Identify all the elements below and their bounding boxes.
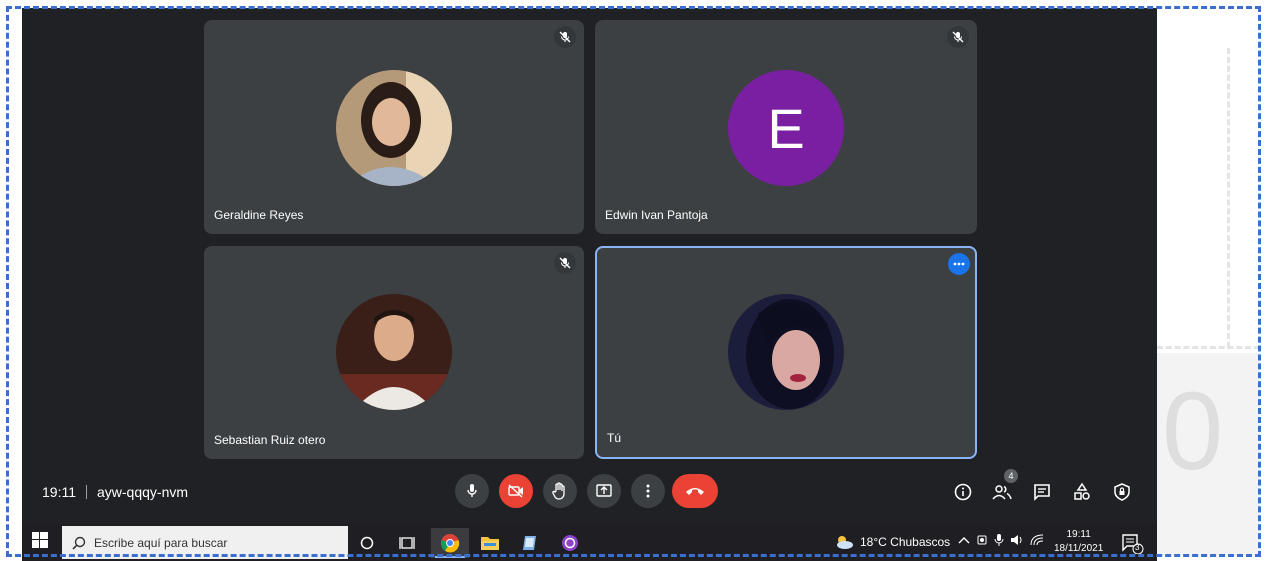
raise-hand-icon bbox=[552, 482, 565, 500]
notification-icon bbox=[1122, 534, 1144, 555]
mic-muted-icon bbox=[554, 26, 576, 48]
meeting-time: 19:11 bbox=[42, 484, 76, 500]
activities-button[interactable] bbox=[1070, 480, 1094, 504]
windows-start-button[interactable] bbox=[32, 532, 48, 553]
camera-toggle-button[interactable] bbox=[499, 474, 533, 508]
taskbar-search-input[interactable]: Escribe aquí para buscar bbox=[62, 526, 348, 559]
clock-date: 18/11/2021 bbox=[1054, 543, 1104, 554]
mic-muted-icon bbox=[947, 26, 969, 48]
system-tray bbox=[958, 534, 1044, 546]
present-button[interactable] bbox=[587, 474, 621, 508]
participant-tile[interactable]: Geraldine Reyes bbox=[204, 20, 584, 234]
more-options-icon bbox=[646, 484, 650, 498]
people-button[interactable] bbox=[990, 480, 1014, 504]
taskbar-clock[interactable]: 19:11 18/11/2021 bbox=[1054, 528, 1103, 556]
self-tile[interactable]: Tú bbox=[595, 246, 977, 459]
taskbar-app-notes[interactable] bbox=[511, 528, 549, 558]
chrome-icon bbox=[440, 534, 460, 553]
notification-count: 3 bbox=[1135, 543, 1140, 552]
windows-logo-icon bbox=[32, 532, 48, 548]
meeting-code: ayw-qqqy-nvm bbox=[97, 484, 189, 500]
chat-icon bbox=[1034, 484, 1050, 501]
mic-muted-icon bbox=[554, 252, 576, 274]
participant-name: Geraldine Reyes bbox=[214, 208, 304, 222]
github-icon bbox=[562, 535, 578, 551]
meeting-details-button[interactable] bbox=[951, 480, 975, 504]
chevron-up-icon[interactable] bbox=[958, 536, 970, 544]
notes-icon bbox=[523, 536, 536, 550]
taskbar-app-github[interactable] bbox=[551, 528, 589, 558]
leave-call-button[interactable] bbox=[672, 474, 718, 508]
clock-time: 19:11 bbox=[1066, 529, 1091, 540]
weather-widget[interactable]: 18°C Chubascos bbox=[834, 534, 950, 550]
mic-button[interactable] bbox=[455, 474, 489, 508]
camera-off-icon bbox=[508, 484, 523, 498]
participant-name: Sebastian Ruiz otero bbox=[214, 433, 326, 447]
windows-taskbar: Escribe aquí para buscar 18°C Chubascos … bbox=[22, 524, 1157, 561]
host-controls-icon bbox=[1114, 483, 1130, 501]
avatar bbox=[336, 70, 452, 186]
info-icon bbox=[954, 483, 972, 501]
host-controls-button[interactable] bbox=[1110, 480, 1134, 504]
mic-icon bbox=[467, 484, 477, 497]
participant-tile[interactable]: E Edwin Ivan Pantoja bbox=[595, 20, 977, 234]
divider bbox=[86, 485, 87, 499]
chat-button[interactable] bbox=[1030, 480, 1054, 504]
cortana-button[interactable] bbox=[348, 528, 386, 558]
participant-name: Edwin Ivan Pantoja bbox=[605, 208, 708, 222]
search-placeholder: Escribe aquí para buscar bbox=[94, 535, 228, 550]
task-view-button[interactable] bbox=[388, 528, 426, 558]
people-icon bbox=[992, 485, 1012, 500]
hang-up-icon bbox=[686, 488, 704, 495]
meeting-info: 19:11 ayw-qqqy-nvm bbox=[42, 484, 188, 500]
taskbar-app-file-explorer[interactable] bbox=[471, 528, 509, 558]
participant-tile[interactable]: Sebastian Ruiz otero bbox=[204, 246, 584, 459]
activities-icon bbox=[1074, 483, 1090, 500]
participant-name: Tú bbox=[607, 431, 622, 445]
camera-tray-icon[interactable] bbox=[976, 534, 988, 546]
background-decoration: 0 bbox=[1157, 8, 1260, 556]
avatar bbox=[728, 294, 844, 410]
weather-text: 18°C Chubascos bbox=[860, 535, 951, 549]
notification-center-button[interactable]: 3 bbox=[1122, 534, 1144, 559]
cortana-icon bbox=[360, 536, 374, 550]
microphone-tray-icon[interactable] bbox=[994, 534, 1004, 546]
participant-count-badge: 4 bbox=[1004, 469, 1018, 483]
taskbar-app-chrome[interactable] bbox=[431, 528, 469, 558]
folder-icon bbox=[481, 537, 499, 550]
avatar bbox=[336, 294, 452, 410]
task-view-icon bbox=[399, 537, 415, 549]
volume-icon[interactable] bbox=[1010, 534, 1024, 546]
present-icon bbox=[596, 484, 612, 497]
avatar-initial: E bbox=[728, 70, 844, 186]
meet-window: Geraldine Reyes E Edwin Ivan Pantoja Seb… bbox=[22, 8, 1157, 524]
weather-cloud-icon bbox=[837, 536, 853, 549]
search-icon bbox=[72, 536, 86, 550]
more-options-icon[interactable] bbox=[948, 253, 970, 275]
raise-hand-button[interactable] bbox=[543, 474, 577, 508]
more-options-button[interactable] bbox=[631, 474, 665, 508]
network-icon[interactable] bbox=[1030, 534, 1044, 546]
